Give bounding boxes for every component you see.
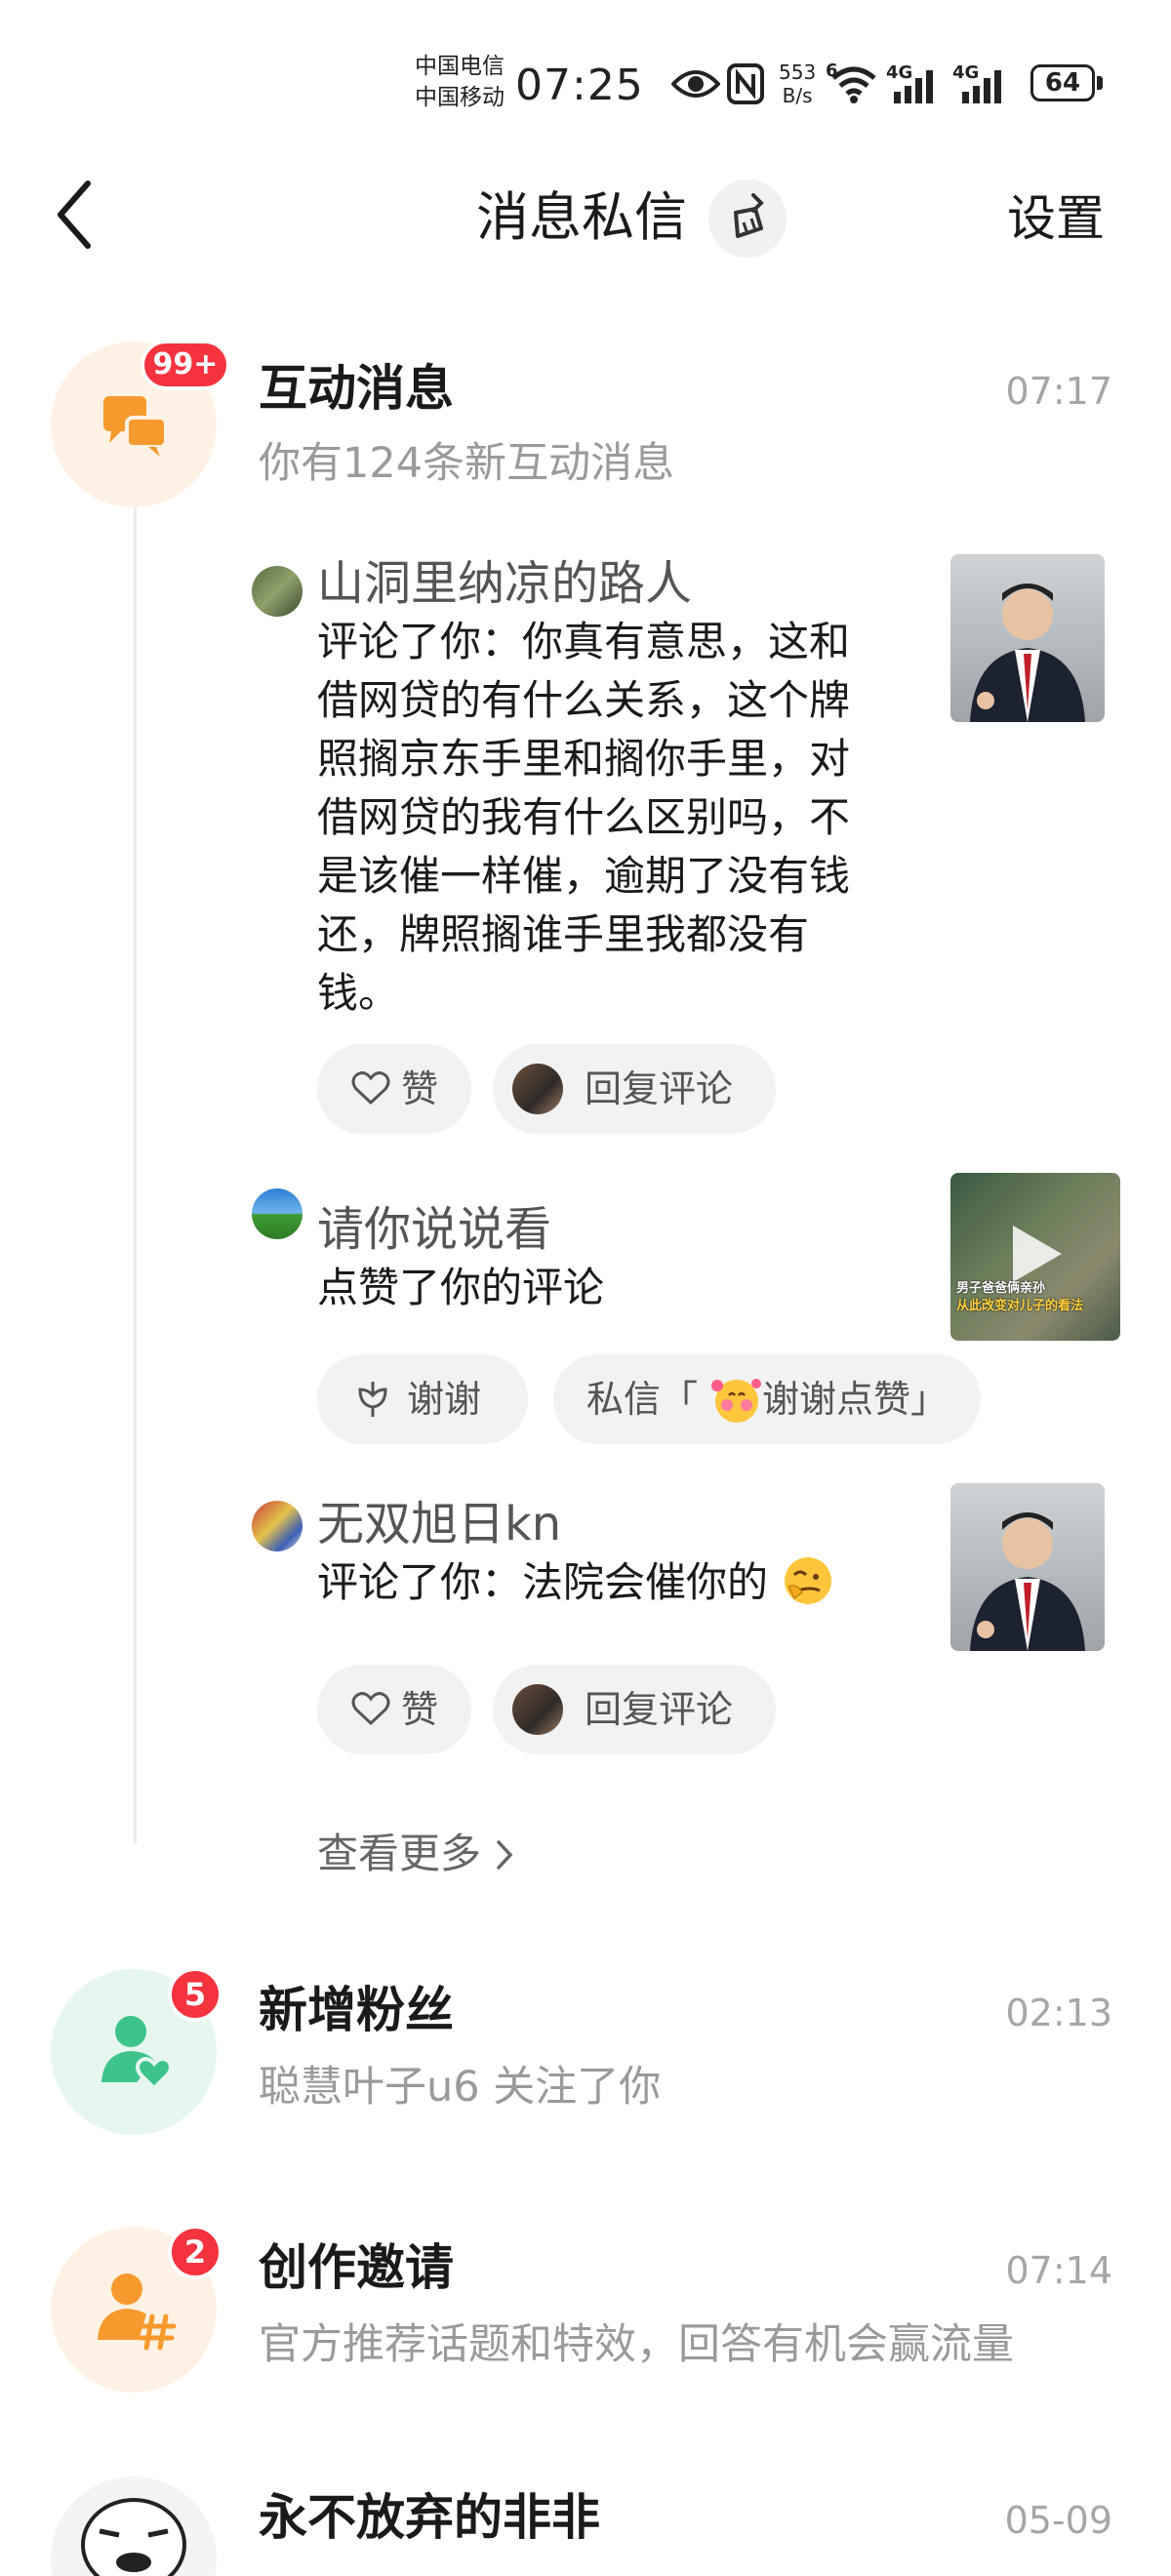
unread-badge: 2 — [168, 2225, 222, 2279]
like-label: 赞 — [401, 1067, 439, 1110]
user-avatar — [252, 566, 303, 617]
broom-icon — [734, 193, 764, 238]
chevron-right-icon — [497, 1840, 513, 1870]
row-title: 新增粉丝 — [259, 1982, 454, 2038]
thanks-button[interactable]: 谢谢 — [317, 1354, 528, 1444]
see-more-label: 查看更多 — [317, 1830, 482, 1877]
man-in-suit-image — [970, 1512, 1085, 1651]
user-avatar — [252, 1501, 303, 1551]
battery-indicator: 64 — [1030, 64, 1095, 101]
dm-thanks-button[interactable]: 私信「 谢谢点赞」 — [553, 1354, 981, 1444]
settings-button[interactable]: 设置 — [1007, 187, 1105, 250]
user-name[interactable]: 无双旭日kn — [317, 1495, 561, 1553]
person-hashtag-icon — [98, 2274, 177, 2351]
unread-badge: 5 — [168, 1967, 222, 2022]
chevron-left-icon — [58, 181, 91, 249]
notification-item[interactable]: 无双旭日kn 评论了你：法院会催你的 赞 回复评论 — [249, 1483, 1166, 1756]
comment-line: 还，牌照搁谁手里我都没有 — [317, 910, 810, 958]
thinking-emoji-icon — [785, 1557, 832, 1604]
carrier-2: 中国移动 — [415, 85, 505, 110]
video-thumbnail[interactable] — [950, 1483, 1105, 1651]
unread-badge: 99+ — [141, 340, 230, 390]
row-title: 永不放弃的非非 — [259, 2489, 600, 2546]
clear-unread-button[interactable] — [708, 180, 787, 258]
thumb-caption-1: 男子爸爸俩亲孙 — [956, 1281, 1046, 1296]
new-followers-row[interactable]: 5 新增粉丝 02:13 聪慧叶子u6 关注了你 — [0, 1959, 1171, 2154]
nfc-icon — [727, 63, 764, 104]
page-title: 消息私信 — [476, 186, 687, 248]
like-button[interactable]: 赞 — [317, 1044, 471, 1134]
row-time: 07:17 — [1005, 370, 1112, 413]
user-avatar — [252, 1188, 303, 1239]
comment-line: 评论了你：你真有意思，这和 — [317, 618, 851, 665]
dm-text: 谢谢点赞」 — [762, 1378, 949, 1421]
thanks-label: 谢谢 — [407, 1378, 482, 1421]
comment-line: 是该催一样催，逾期了没有钱 — [317, 852, 851, 900]
signal-2-icon — [962, 70, 1001, 103]
row-time: 05-09 — [1004, 2499, 1112, 2542]
chat-bubbles-icon — [103, 396, 168, 457]
net-speed: 553 B/s — [779, 60, 816, 107]
see-more-link[interactable]: 查看更多 — [317, 1827, 515, 1881]
like-label: 赞 — [401, 1688, 439, 1731]
chat-row[interactable]: 永不放弃的非非 05-09 — [0, 2467, 1171, 2576]
comment-line: 评论了你：法院会催你的 — [317, 1558, 769, 1606]
heart-icon — [351, 1071, 390, 1106]
dm-prefix: 私信「 — [586, 1378, 699, 1421]
comment-line: 照搁京东手里和搁你手里，对 — [317, 735, 851, 783]
carrier-1: 中国电信 — [415, 54, 505, 79]
signal-1-icon — [894, 70, 933, 103]
interactions-row[interactable]: 99+ 互动消息 07:17 你有124条新互动消息 — [0, 332, 1171, 527]
video-thumbnail[interactable]: 男子爸爸俩亲孙 从此改变对儿子的看法 — [950, 1173, 1120, 1341]
carrier-labels: 中国电信 中国移动 — [415, 51, 505, 113]
flower-icon — [358, 1382, 387, 1417]
video-thumbnail[interactable] — [950, 554, 1105, 722]
comment-line: 钱。 — [317, 969, 400, 1017]
notification-item[interactable]: 山洞里纳凉的路人 评论了你：你真有意思，这和 借网贷的有什么关系，这个牌 照搁京… — [249, 554, 1166, 1140]
comment-text: 评论了你：你真有意思，这和 借网贷的有什么关系，这个牌 照搁京东手里和搁你手里，… — [317, 613, 903, 1023]
reply-label: 回复评论 — [585, 1688, 734, 1731]
creation-invite-row[interactable]: 2 创作邀请 07:14 官方推荐话题和特效，回答有机会赢流量 — [0, 2217, 1171, 2412]
meme-face-image — [81, 2498, 186, 2576]
net-speed-unit: B/s — [782, 84, 813, 107]
thread-line — [134, 507, 137, 1844]
notification-item[interactable]: 请你说说看 点赞了你的评论 男子爸爸俩亲孙 从此改变对儿子的看法 谢谢 私信「 … — [249, 1171, 1166, 1464]
person-heart-icon — [101, 2016, 173, 2091]
blushing-emoji-icon — [711, 1379, 761, 1423]
reply-comment-button[interactable]: 回复评论 — [493, 1044, 776, 1134]
eye-icon — [671, 70, 720, 98]
row-time: 07:14 — [1005, 2249, 1112, 2292]
battery-tip — [1097, 76, 1103, 90]
net-speed-value: 553 — [779, 60, 817, 84]
man-in-suit-image — [970, 584, 1085, 722]
wifi-icon — [831, 66, 876, 103]
thumb-caption-2: 从此改变对儿子的看法 — [956, 1299, 1084, 1313]
like-notice-text: 点赞了你的评论 — [317, 1264, 605, 1311]
comment-text: 评论了你：法院会催你的 — [317, 1553, 835, 1612]
play-icon — [1013, 1226, 1062, 1282]
comment-line: 借网贷的我有什么区别吗，不 — [317, 793, 851, 841]
row-time: 02:13 — [1005, 1992, 1112, 2034]
row-subtitle: 官方推荐话题和特效，回答有机会赢流量 — [259, 2320, 1014, 2369]
reply-label: 回复评论 — [585, 1067, 734, 1110]
my-avatar — [512, 1064, 563, 1114]
my-avatar — [512, 1684, 563, 1735]
reply-comment-button[interactable]: 回复评论 — [493, 1665, 776, 1754]
row-title: 创作邀请 — [259, 2239, 454, 2296]
status-time: 07:25 — [515, 60, 644, 110]
heart-icon — [351, 1692, 390, 1726]
row-subtitle: 聪慧叶子u6 关注了你 — [259, 2063, 662, 2112]
user-name[interactable]: 山洞里纳凉的路人 — [317, 554, 692, 613]
row-subtitle: 你有124条新互动消息 — [259, 439, 675, 488]
user-avatar — [51, 2476, 217, 2576]
like-button[interactable]: 赞 — [317, 1665, 471, 1754]
user-name[interactable]: 请你说说看 — [317, 1200, 551, 1259]
back-button[interactable] — [49, 176, 107, 254]
comment-line: 借网贷的有什么关系，这个牌 — [317, 676, 851, 724]
row-title: 互动消息 — [259, 360, 454, 417]
